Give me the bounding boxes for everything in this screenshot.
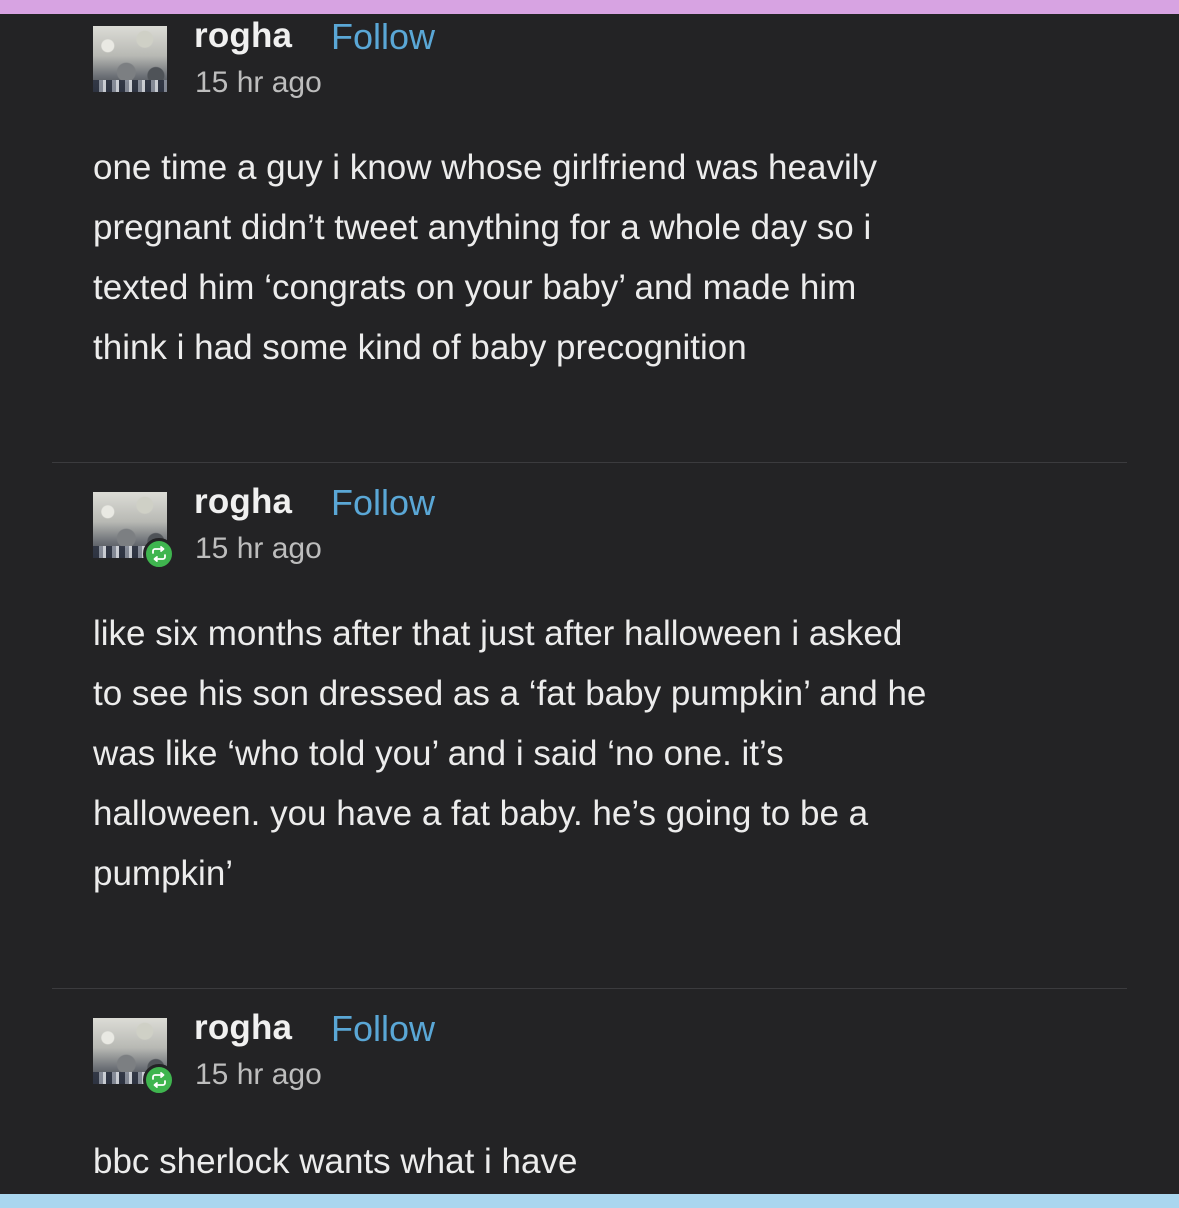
- reblog-icon: [143, 538, 175, 570]
- timestamp[interactable]: 15 hr ago: [195, 66, 322, 100]
- follow-button[interactable]: Follow: [331, 16, 435, 58]
- avatar[interactable]: [93, 26, 167, 92]
- bottom-border: [0, 1194, 1179, 1208]
- timestamp[interactable]: 15 hr ago: [195, 532, 322, 566]
- top-border: [0, 0, 1179, 14]
- follow-button[interactable]: Follow: [331, 1008, 435, 1050]
- timestamp[interactable]: 15 hr ago: [195, 1058, 322, 1092]
- divider: [52, 462, 1127, 463]
- follow-button[interactable]: Follow: [331, 482, 435, 524]
- username[interactable]: rogha: [194, 1008, 292, 1048]
- post-text: one time a guy i know whose girlfriend w…: [93, 148, 877, 367]
- post-text: like six months after that just after ha…: [93, 614, 927, 893]
- username[interactable]: rogha: [194, 16, 292, 56]
- divider: [52, 988, 1127, 989]
- reblog-icon: [143, 1064, 175, 1096]
- username[interactable]: rogha: [194, 482, 292, 522]
- post-text: bbc sherlock wants what i have: [93, 1142, 578, 1181]
